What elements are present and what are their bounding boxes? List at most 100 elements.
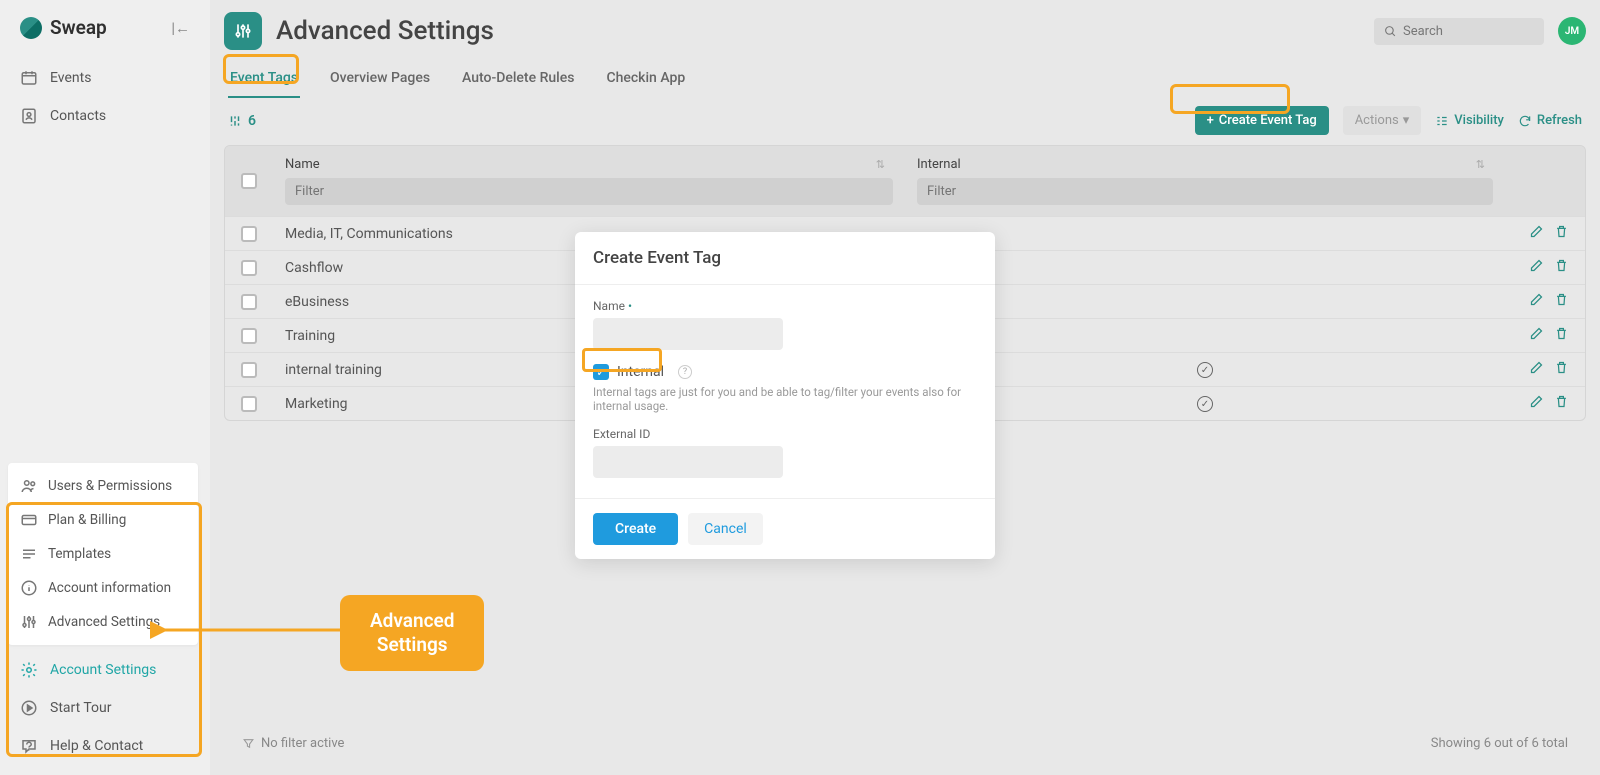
logo[interactable]: Sweap <box>20 16 107 39</box>
submenu-label: Advanced Settings <box>48 614 160 630</box>
tab-overview-pages[interactable]: Overview Pages <box>328 64 432 98</box>
search-placeholder: Search <box>1403 24 1443 39</box>
sliders-icon <box>20 613 38 631</box>
billing-icon <box>20 511 38 529</box>
row-checkbox[interactable] <box>241 260 257 276</box>
search-icon <box>1384 25 1397 38</box>
submenu-label: Account information <box>48 580 171 596</box>
delete-icon[interactable] <box>1554 224 1569 243</box>
row-checkbox[interactable] <box>241 226 257 242</box>
delete-icon[interactable] <box>1554 394 1569 413</box>
submenu-label: Users & Permissions <box>48 478 172 494</box>
nav-start-tour[interactable]: Start Tour <box>0 689 210 727</box>
delete-icon[interactable] <box>1554 326 1569 345</box>
page-header: Advanced Settings Search JM <box>224 12 1586 50</box>
row-checkbox[interactable] <box>241 396 257 412</box>
contacts-icon <box>20 107 38 125</box>
logo-icon <box>20 17 42 39</box>
filter-status: No filter active <box>242 736 344 751</box>
name-field-label: Name • <box>593 299 977 313</box>
toolbar: 6 + Create Event Tag Actions ▾ Visibilit… <box>224 98 1586 145</box>
edit-icon[interactable] <box>1529 292 1544 311</box>
edit-icon[interactable] <box>1529 394 1544 413</box>
delete-icon[interactable] <box>1554 360 1569 379</box>
col-label[interactable]: Name <box>285 157 320 172</box>
tab-checkin[interactable]: Checkin App <box>604 64 687 98</box>
row-checkbox[interactable] <box>241 328 257 344</box>
nav-label: Events <box>50 70 91 86</box>
edit-icon[interactable] <box>1529 224 1544 243</box>
tab-event-tags[interactable]: Event Tags <box>228 64 300 98</box>
submenu-label: Templates <box>48 546 111 562</box>
visibility-button[interactable]: Visibility <box>1435 113 1504 128</box>
btn-label: Refresh <box>1537 113 1582 128</box>
table-header: Name ⇅ Internal ⇅ <box>225 146 1585 216</box>
sidebar-collapse-icon[interactable]: |← <box>171 19 190 37</box>
nav-main: Events Contacts <box>0 49 210 145</box>
col-label[interactable]: Internal <box>917 157 961 172</box>
nav-help[interactable]: Help & Contact <box>0 727 210 765</box>
avatar[interactable]: JM <box>1558 17 1586 45</box>
tooltip-icon[interactable]: ? <box>678 365 692 379</box>
nav-label: Contacts <box>50 108 106 124</box>
submenu-templates[interactable]: Templates <box>8 537 198 571</box>
filter-internal-input[interactable] <box>917 178 1493 205</box>
external-id-input[interactable] <box>593 446 783 478</box>
edit-icon[interactable] <box>1529 258 1544 277</box>
filter-status-text: No filter active <box>261 736 344 751</box>
submenu-users[interactable]: Users & Permissions <box>8 469 198 503</box>
count-badge: 6 <box>228 113 256 129</box>
page-title: Advanced Settings <box>276 16 494 46</box>
tabs: Event Tags Overview Pages Auto-Delete Ru… <box>224 50 1586 98</box>
refresh-button[interactable]: Refresh <box>1518 113 1582 128</box>
sidebar: Sweap |← Events Contacts Users & Permiss… <box>0 0 210 775</box>
internal-checkbox[interactable]: ✓ <box>593 364 609 380</box>
row-internal: ✓ <box>905 395 1505 413</box>
help-icon <box>20 737 38 755</box>
btn-label: Visibility <box>1454 113 1504 128</box>
play-icon <box>20 699 38 717</box>
check-circle-icon: ✓ <box>1197 396 1213 412</box>
brand-name: Sweap <box>50 16 107 39</box>
templates-icon <box>20 545 38 563</box>
submenu-account-info[interactable]: Account information <box>8 571 198 605</box>
select-all-checkbox[interactable] <box>241 173 257 189</box>
showing-count: Showing 6 out of 6 total <box>1431 736 1568 751</box>
submenu-billing[interactable]: Plan & Billing <box>8 503 198 537</box>
name-input[interactable] <box>593 318 783 350</box>
search-input[interactable]: Search <box>1374 18 1544 45</box>
row-checkbox[interactable] <box>241 362 257 378</box>
gear-icon <box>20 661 38 679</box>
table-footer: No filter active Showing 6 out of 6 tota… <box>224 724 1586 763</box>
sort-icon[interactable]: ⇅ <box>876 158 885 171</box>
callout: Advanced Settings <box>340 595 484 671</box>
create-event-tag-button[interactable]: + Create Event Tag <box>1195 106 1329 135</box>
nav-events[interactable]: Events <box>0 59 210 97</box>
col-internal: Internal ⇅ <box>905 146 1505 216</box>
filter-name-input[interactable] <box>285 178 893 205</box>
edit-icon[interactable] <box>1529 326 1544 345</box>
list-icon <box>1435 114 1449 128</box>
btn-label: Create Event Tag <box>1219 113 1317 128</box>
sort-icon[interactable]: ⇅ <box>1476 158 1485 171</box>
nav-account-settings[interactable]: Account Settings <box>0 651 210 689</box>
count: 6 <box>248 113 256 129</box>
check-circle-icon: ✓ <box>1197 362 1213 378</box>
users-icon <box>20 477 38 495</box>
nav-contacts[interactable]: Contacts <box>0 97 210 135</box>
nav-label: Account Settings <box>50 662 156 678</box>
edit-icon[interactable] <box>1529 360 1544 379</box>
delete-icon[interactable] <box>1554 292 1569 311</box>
col-name: Name ⇅ <box>273 146 905 216</box>
internal-help: Internal tags are just for you and be ab… <box>593 385 977 413</box>
actions-dropdown[interactable]: Actions ▾ <box>1343 106 1422 135</box>
cancel-button[interactable]: Cancel <box>688 513 763 545</box>
delete-icon[interactable] <box>1554 258 1569 277</box>
submenu-label: Plan & Billing <box>48 512 126 528</box>
create-button[interactable]: Create <box>593 513 678 545</box>
tab-auto-delete[interactable]: Auto-Delete Rules <box>460 64 576 98</box>
nav-label: Help & Contact <box>50 738 143 754</box>
internal-label: Internal <box>617 364 664 380</box>
row-checkbox[interactable] <box>241 294 257 310</box>
modal-title: Create Event Tag <box>575 232 995 285</box>
